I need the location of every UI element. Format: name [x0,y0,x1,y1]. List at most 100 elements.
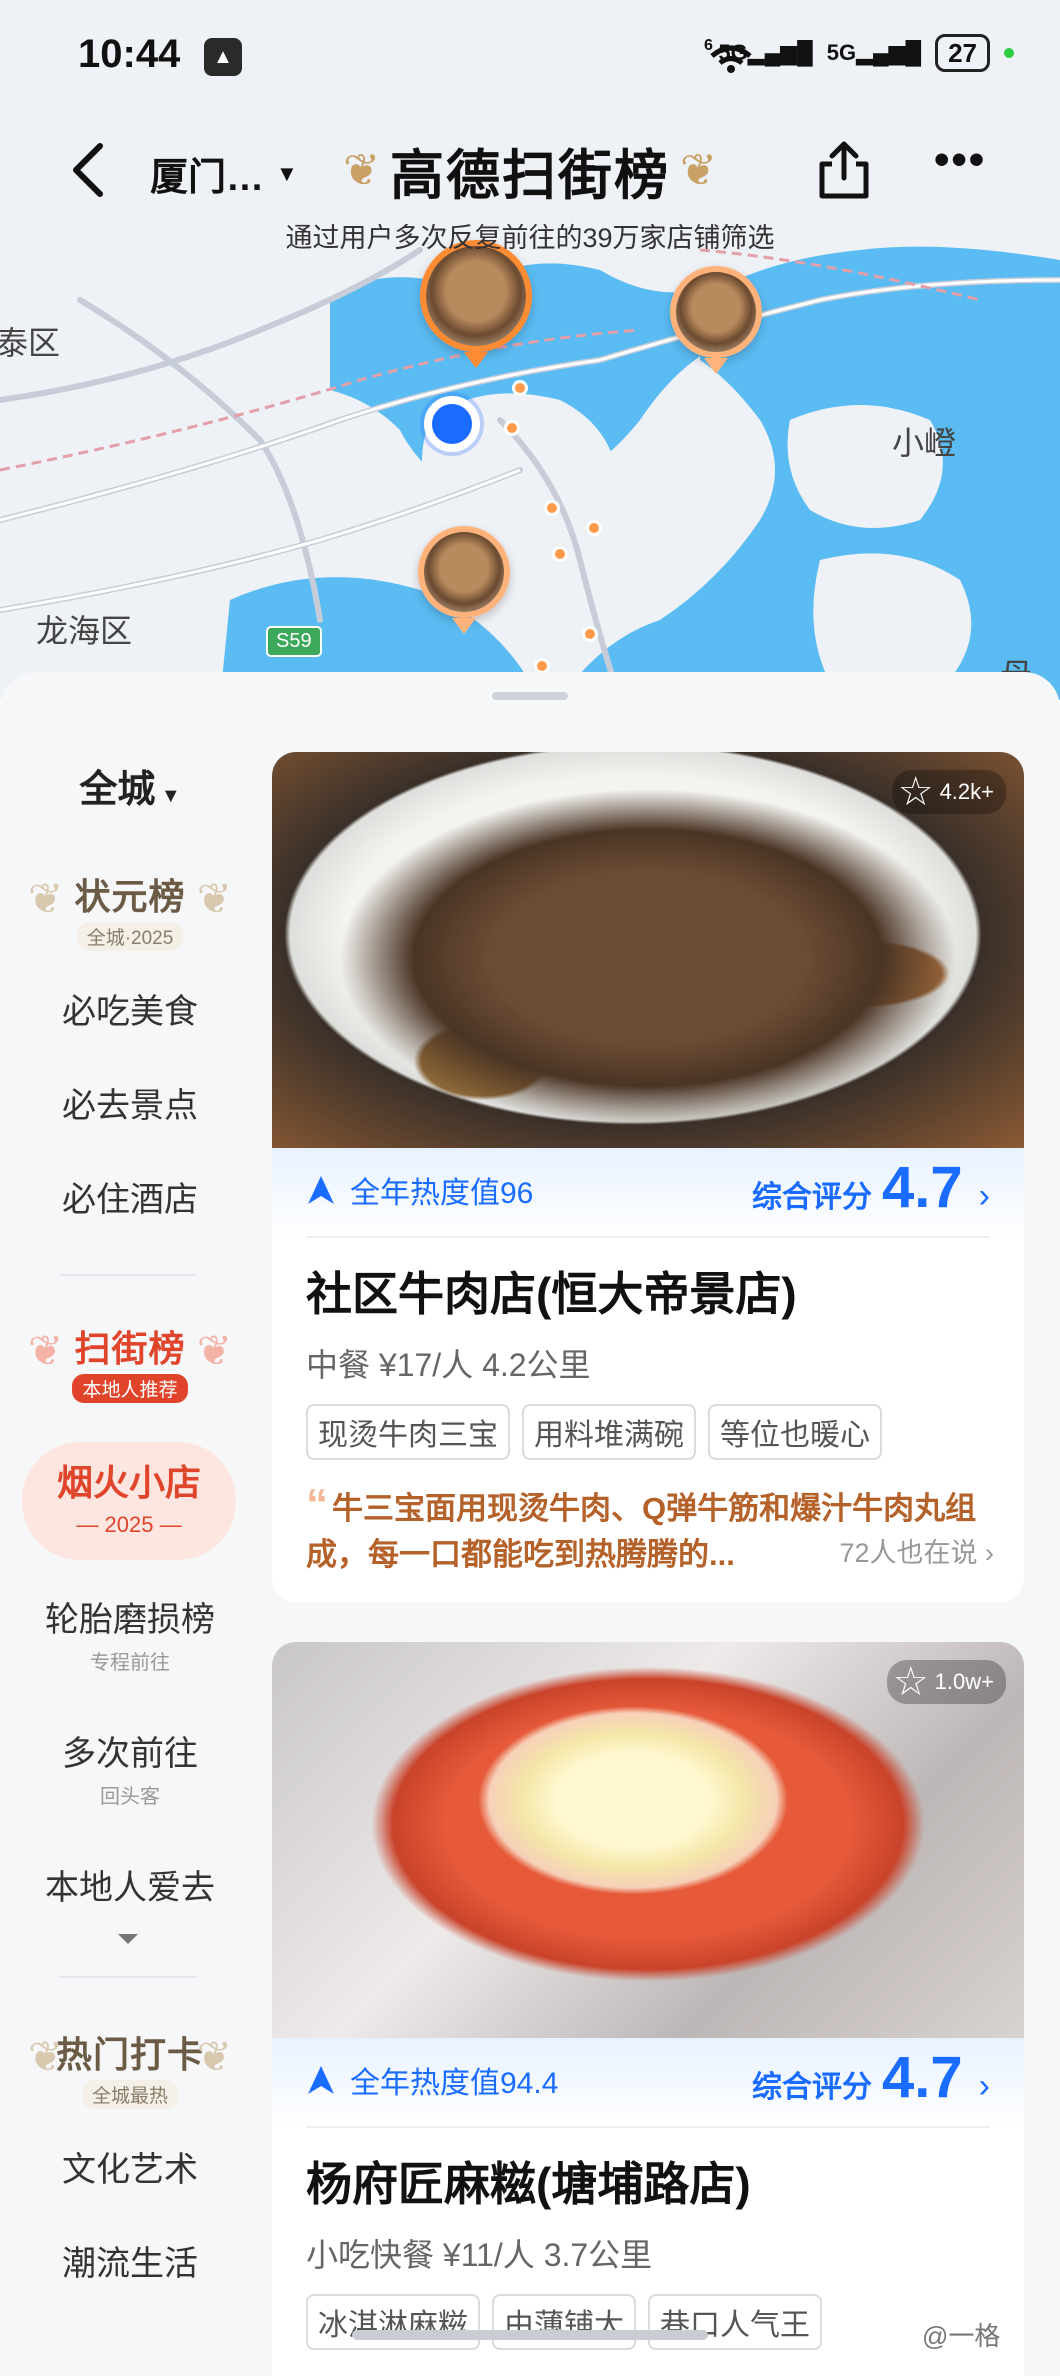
shop-name[interactable]: 社区牛肉店(恒大帝景店) [272,1238,1024,1324]
shop-photo[interactable]: ☆ 4.2k+ [272,752,1024,1148]
top-bar: 厦门… ▼ ❦ 高德扫街榜 ❦ ••• [0,120,1060,220]
privacy-dot-icon [1004,48,1014,58]
score-label: 综合评分 [752,2071,873,2104]
sheet-drag-handle[interactable] [492,692,568,700]
overall-score[interactable]: 综合评分 4.7 › [752,1154,990,1221]
badge-zhuangyuan[interactable]: ❦ 状元榜 全城·2025 ❦ [28,868,232,968]
badge-hot-checkin[interactable]: ❦ 热门打卡 全城最热 ❦ [28,2026,232,2126]
shop-name[interactable]: 杨府匠麻糍(塘埔路店) [272,2128,1024,2214]
laurel-left-icon: ❦ [28,2033,64,2080]
caret-down-icon: ▼ [276,160,298,186]
chevron-down-icon[interactable] [118,1934,138,1944]
home-indicator[interactable] [352,2330,708,2340]
chevron-left-icon [73,143,103,197]
heat-row[interactable]: 全年热度值96 综合评分 4.7 › [272,1148,1024,1236]
chevron-right-icon: › [978,2067,990,2105]
map-dot-shop[interactable] [582,626,598,642]
fire-title: 烟火小店 [56,1462,201,1503]
laurel-right-icon: ❦ [196,875,232,922]
shop-tag[interactable]: 现烫牛肉三宝 [306,1404,510,1460]
sidebar-item-sub: 回头客 [100,1786,160,1808]
map-dot-shop[interactable] [512,380,528,396]
brand-title: ❦ 高德扫街榜 ❦ [340,132,720,208]
battery-icon: 27 [935,34,990,72]
laurel-left-icon: ❦ [28,875,64,922]
current-location-marker [424,396,480,452]
shop-card[interactable]: ☆ 1.0w+ 全年热度值94.4 综合评分 4.7 › 杨府匠麻糍(塘埔路店)… [272,1642,1024,2376]
map-label-island: 小嶝 [892,425,957,461]
favorite-button[interactable]: ☆ 1.0w+ [886,1660,1006,1704]
sidebar-item-tire-wear[interactable]: 轮胎磨损榜 [0,1592,260,1641]
map-dot-shop[interactable] [552,546,568,562]
overall-score[interactable]: 综合评分 4.7 › [752,2044,990,2111]
signal-2-icon: 5G▂▄▆█ [826,40,922,65]
sidebar-item-fire-shops[interactable]: 烟火小店 — 2025 — [22,1442,236,1560]
more-options-icon[interactable]: ••• [934,138,994,188]
favorite-count: 1.0w+ [934,1669,994,1694]
badge-sub: 本地人推荐 [72,1374,188,1403]
city-name: 厦门… [150,157,265,199]
review-count-text: 72人也在说 [839,1538,978,1568]
heat-row[interactable]: 全年热度值94.4 综合评分 4.7 › [272,2038,1024,2126]
score-label: 综合评分 [752,1181,873,1214]
city-filter-label: 全城 [79,769,156,811]
map-pin-shop[interactable] [418,526,510,618]
review-snippet[interactable]: “牛三宝面用现烫牛肉、Q弹牛筋和爆汁牛肉丸组成，每一口都能吃到热腾腾的... 7… [272,1460,1024,1602]
brand-text: 高德扫街榜 [390,145,670,206]
shop-photo[interactable]: ☆ 1.0w+ [272,1642,1024,2038]
map-pin-shop[interactable] [670,266,762,358]
sidebar-item-must-stay[interactable]: 必住酒店 [0,1172,260,1221]
back-button[interactable] [64,140,114,200]
sidebar-item-trend-life[interactable]: 潮流生活 [0,2236,260,2285]
shop-tag[interactable]: 由薄铺大 [492,2294,636,2350]
shop-tags: 现烫牛肉三宝 用料堆满碗 等位也暖心 [272,1386,1024,1460]
laurel-right-icon: ❦ [196,2033,232,2080]
heat-value: 全年热度值96 [306,1168,533,1212]
page-subtitle: 通过用户多次反复前往的39万家店铺筛选 [285,223,775,253]
map-dot-shop[interactable] [586,520,602,536]
score-value: 4.7 [882,1155,963,1220]
road-badge: S59 [266,626,322,657]
sidebar-item-must-eat[interactable]: 必吃美食 [0,984,260,1033]
wifi-label: 6 [704,37,713,54]
sidebar-divider [60,1976,196,1978]
map-dot-shop[interactable] [544,500,560,516]
city-filter[interactable]: 全城 ▼ [0,758,260,813]
sidebar-item-repeat-visits[interactable]: 多次前往 [0,1726,260,1775]
map-label-longhai: 龙海区 [36,613,133,649]
badge-title: 热门打卡 [55,2034,204,2075]
shop-tag[interactable]: 巷口人气王 [648,2294,822,2350]
shop-tag[interactable]: 等位也暖心 [708,1404,882,1460]
badge-saojie[interactable]: ❦ 扫街榜 本地人推荐 ❦ [28,1320,232,1420]
map-view[interactable]: 泰区 小嶝 龙海区 母屿 S59 10:44 ▲ 6 5G▂▄▆█ 5G▂▄▆█… [0,0,1060,700]
shop-tag[interactable]: 冰淇淋麻糍 [306,2294,480,2350]
city-selector[interactable]: 厦门… ▼ [150,146,298,201]
status-time: 10:44 [78,32,181,76]
map-pin-shop[interactable] [420,240,532,352]
sidebar-item-locals-love[interactable]: 本地人爱去 [0,1860,260,1909]
amap-logo-icon [308,2066,334,2094]
sidebar-item-culture-art[interactable]: 文化艺术 [0,2142,260,2191]
ranking-sheet[interactable]: 全城 ▼ ❦ 状元榜 全城·2025 ❦ 必吃美食 必去景点 必住酒店 ❦ 扫街… [0,672,1060,2376]
laurel-left-icon: ❦ [28,1327,64,1374]
status-right: 6 5G▂▄▆█ 5G▂▄▆█ 27 [704,34,1014,73]
share-button[interactable] [812,138,876,202]
heat-text: 全年热度值94.4 [350,2067,559,2100]
network-label-2: 5G [826,40,857,65]
sidebar-divider [60,1274,196,1276]
heat-value: 全年热度值94.4 [306,2058,558,2102]
sidebar-item-must-visit[interactable]: 必去景点 [0,1078,260,1127]
favorite-count: 4.2k+ [939,779,994,804]
shop-tag[interactable]: 用料堆满碗 [522,1404,696,1460]
watermark: @一格 [922,2321,1001,2351]
chevron-right-icon: › [978,1177,990,1215]
quote-icon: “ [306,1480,328,1529]
shop-card[interactable]: ☆ 4.2k+ 全年热度值96 综合评分 4.7 › 社区牛肉店(恒大帝景店) … [272,752,1024,1602]
share-icon [819,141,869,199]
star-icon: ☆ [897,770,934,814]
map-dot-shop[interactable] [504,420,520,436]
fire-year: — 2025 — [76,1512,182,1537]
shop-meta: 中餐 ¥17/人 4.2公里 [306,1347,591,1383]
review-count[interactable]: 72人也在说 › [829,1530,994,1576]
favorite-button[interactable]: ☆ 4.2k+ [891,770,1006,814]
